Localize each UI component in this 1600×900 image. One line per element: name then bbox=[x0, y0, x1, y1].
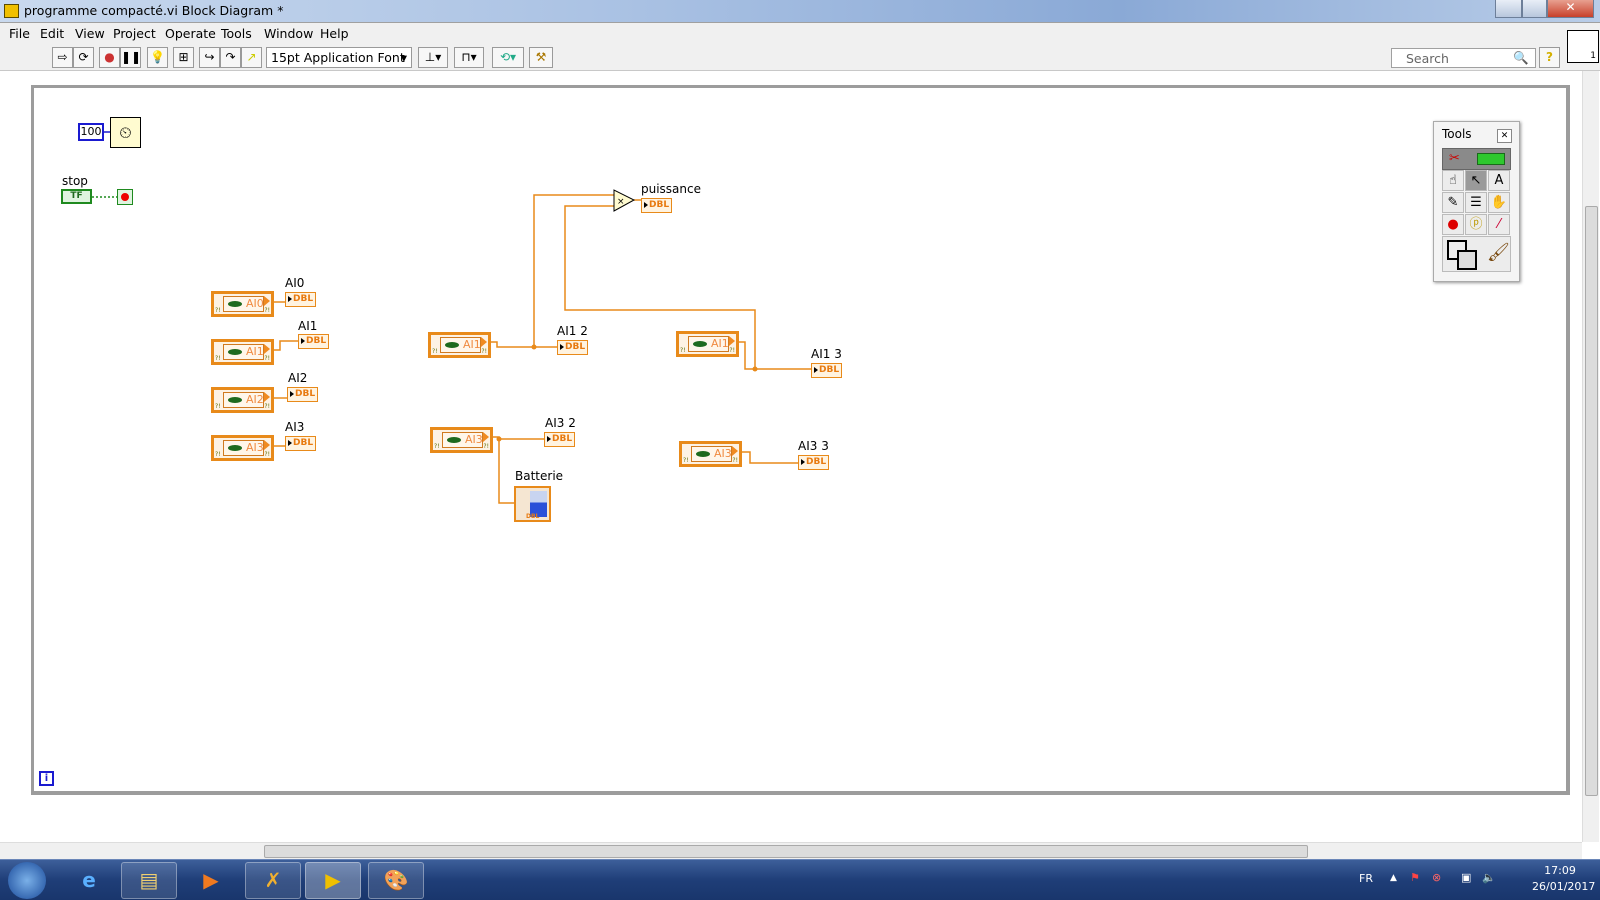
tools-palette: Tools ✕ ✂ ☝ ↖ A ✎ ☰ ✋ ● ⓟ ⁄ 🖌 bbox=[1433, 121, 1520, 282]
batterie-label: Batterie bbox=[515, 469, 564, 483]
vertical-scroll-thumb[interactable] bbox=[1585, 206, 1598, 796]
stop-icon bbox=[121, 193, 129, 201]
wire-ai1 bbox=[274, 340, 298, 351]
indicator-label: puissance bbox=[641, 182, 701, 196]
paint-icon[interactable]: 🎨 bbox=[368, 862, 424, 899]
daq-channel: AI1 bbox=[463, 338, 481, 351]
batterie-tank-indicator[interactable]: DBL bbox=[514, 486, 551, 522]
close-icon[interactable]: ✕ bbox=[1497, 129, 1512, 143]
tank-type: DBL bbox=[526, 513, 540, 520]
indicator-label: AI0 bbox=[285, 276, 305, 290]
taskbar: e ▤ ▶ ✗ ▶ 🎨 FR ▲ ⚑ ⊗ ▣ 🔈 17:09 26/01/2017 bbox=[0, 859, 1600, 900]
app-x-icon[interactable]: ✗ bbox=[245, 862, 301, 899]
file-explorer-icon[interactable]: ▤ bbox=[121, 862, 177, 899]
start-button[interactable] bbox=[8, 862, 46, 899]
indicator-label: AI3 bbox=[285, 420, 305, 434]
probe-icon[interactable]: ⓟ bbox=[1465, 214, 1487, 235]
daq-assistant-mid-ai3[interactable]: AI3?!?! bbox=[430, 427, 493, 453]
color-dropper-icon[interactable]: ⁄ bbox=[1488, 214, 1510, 235]
position-arrow-icon[interactable]: ↖ bbox=[1465, 170, 1487, 191]
language-indicator[interactable]: FR bbox=[1359, 872, 1373, 885]
indicator-label: AI1 2 bbox=[557, 324, 588, 338]
dbl-indicator-ai1-2[interactable]: DBL bbox=[557, 340, 588, 355]
volume-icon[interactable]: 🔈 bbox=[1482, 871, 1496, 884]
daq-assistant-right-ai1[interactable]: AI1?!?! bbox=[676, 331, 739, 357]
wire-junction bbox=[496, 436, 502, 442]
indicator-label: AI1 bbox=[298, 319, 318, 333]
network-icon[interactable]: ▣ bbox=[1461, 871, 1471, 884]
daq-channel: AI3 bbox=[246, 441, 264, 454]
paintbrush-icon: 🖌 bbox=[1487, 242, 1510, 263]
media-player-icon[interactable]: ▶ bbox=[183, 862, 239, 899]
wire-junction bbox=[531, 344, 537, 350]
edit-text-icon[interactable]: A bbox=[1488, 170, 1510, 191]
dbl-indicator-ai1-3[interactable]: DBL bbox=[811, 363, 842, 378]
daq-assistant-mid-ai1[interactable]: AI1?!?! bbox=[428, 332, 491, 358]
dbl-indicator-ai3-2[interactable]: DBL bbox=[544, 432, 575, 447]
wire-mid-ai1 bbox=[491, 341, 557, 348]
clock-time: 17:09 bbox=[1544, 864, 1576, 877]
dbl-indicator-puissance[interactable]: DBL bbox=[641, 198, 672, 213]
background-color-icon bbox=[1457, 250, 1477, 270]
indicator-label: AI2 bbox=[288, 371, 308, 385]
loop-iteration-terminal[interactable]: i bbox=[39, 771, 54, 786]
wire-right-ai3 bbox=[742, 451, 798, 464]
wire-junction bbox=[752, 366, 758, 372]
horizontal-scrollbar[interactable] bbox=[0, 842, 1582, 859]
shortcut-menu-icon[interactable]: ☰ bbox=[1465, 192, 1487, 213]
stop-label: stop bbox=[62, 174, 88, 188]
set-color-tool[interactable]: 🖌 bbox=[1442, 236, 1511, 272]
daq-channel: AI0 bbox=[246, 297, 264, 310]
horizontal-scroll-thumb[interactable] bbox=[264, 845, 1308, 858]
daq-assistant-right-ai3[interactable]: AI3?!?! bbox=[679, 441, 742, 467]
wrench-icon: ✂ bbox=[1449, 151, 1460, 166]
security-alert-icon[interactable]: ⊗ bbox=[1432, 871, 1441, 884]
wire-right-ai1 bbox=[739, 341, 811, 370]
indicator-label: AI1 3 bbox=[811, 347, 842, 361]
daq-assistant-ai3[interactable]: AI3?!?! bbox=[211, 435, 274, 461]
daq-channel: AI1 bbox=[711, 337, 729, 350]
metronome-icon[interactable]: ⏲ bbox=[110, 117, 141, 148]
loop-condition-terminal[interactable] bbox=[117, 189, 133, 205]
operate-value-hand-icon[interactable]: ☝ bbox=[1442, 170, 1464, 191]
wait-ms-constant[interactable]: 100 bbox=[78, 123, 104, 141]
clock-date: 26/01/2017 bbox=[1532, 880, 1596, 893]
daq-channel: AI3 bbox=[465, 433, 483, 446]
automatic-tool-selection[interactable]: ✂ bbox=[1442, 148, 1511, 170]
dbl-indicator-ai1[interactable]: DBL bbox=[298, 334, 329, 349]
clock[interactable]: 17:09 26/01/2017 bbox=[1532, 864, 1596, 893]
multiply-symbol: × bbox=[617, 197, 625, 207]
dbl-indicator-ai2[interactable]: DBL bbox=[287, 387, 318, 402]
action-center-flag-icon[interactable]: ⚑ bbox=[1410, 871, 1420, 884]
dbl-indicator-ai0[interactable]: DBL bbox=[285, 292, 316, 307]
stop-control[interactable]: TF bbox=[61, 189, 92, 204]
show-hidden-icons[interactable]: ▲ bbox=[1390, 873, 1397, 883]
wire-batterie bbox=[498, 439, 514, 504]
vertical-scrollbar[interactable] bbox=[1582, 71, 1599, 842]
daq-channel: AI2 bbox=[246, 393, 264, 406]
tools-title: Tools bbox=[1442, 127, 1472, 141]
indicator-label: AI3 3 bbox=[798, 439, 829, 453]
indicator-label: AI3 2 bbox=[545, 416, 576, 430]
daq-assistant-ai2[interactable]: AI2?!?! bbox=[211, 387, 274, 413]
dbl-indicator-ai3[interactable]: DBL bbox=[285, 436, 316, 451]
daq-assistant-ai0[interactable]: AI0?!?! bbox=[211, 291, 274, 317]
ie-icon[interactable]: e bbox=[61, 862, 117, 899]
labview-taskbar-icon[interactable]: ▶ bbox=[305, 862, 361, 899]
auto-led-icon bbox=[1477, 153, 1505, 165]
daq-channel: AI1 bbox=[246, 345, 264, 358]
connect-wire-icon[interactable]: ✎ bbox=[1442, 192, 1464, 213]
daq-channel: AI3 bbox=[714, 447, 732, 460]
daq-assistant-ai1[interactable]: AI1?!?! bbox=[211, 339, 274, 365]
dbl-indicator-ai3-3[interactable]: DBL bbox=[798, 455, 829, 470]
scroll-hand-icon[interactable]: ✋ bbox=[1488, 192, 1510, 213]
breakpoint-icon[interactable]: ● bbox=[1442, 214, 1464, 235]
